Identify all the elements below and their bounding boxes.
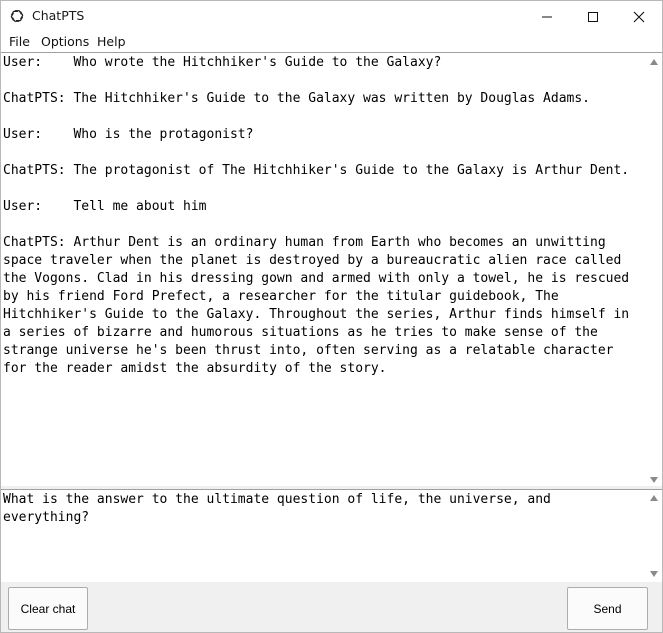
close-icon bbox=[633, 11, 645, 23]
clear-chat-button[interactable]: Clear chat bbox=[8, 587, 88, 630]
input-scrollbar[interactable] bbox=[647, 490, 662, 582]
app-window: ChatPTS File Options Help User: Who wrot… bbox=[0, 0, 663, 633]
title-bar[interactable]: ChatPTS bbox=[1, 1, 662, 32]
openai-logo-icon bbox=[8, 7, 26, 25]
window-title: ChatPTS bbox=[32, 8, 85, 23]
maximize-button[interactable] bbox=[570, 1, 616, 32]
scroll-down-icon[interactable] bbox=[650, 477, 658, 483]
menu-help[interactable]: Help bbox=[97, 34, 126, 49]
minimize-button[interactable] bbox=[524, 1, 570, 32]
chat-scrollbar[interactable] bbox=[647, 53, 662, 487]
chat-transcript[interactable]: User: Who wrote the Hitchhiker's Guide t… bbox=[1, 52, 662, 487]
send-button[interactable]: Send bbox=[567, 587, 648, 630]
minimize-icon bbox=[541, 11, 553, 23]
chat-transcript-text: User: Who wrote the Hitchhiker's Guide t… bbox=[3, 55, 630, 376]
menu-bar: File Options Help bbox=[1, 32, 662, 52]
maximize-icon bbox=[587, 11, 599, 23]
message-input-text: What is the answer to the ultimate quest… bbox=[3, 492, 551, 525]
scroll-up-icon[interactable] bbox=[650, 495, 658, 501]
scroll-up-icon[interactable] bbox=[650, 59, 658, 65]
message-input[interactable]: What is the answer to the ultimate quest… bbox=[1, 489, 662, 582]
scroll-down-icon[interactable] bbox=[650, 571, 658, 577]
menu-options[interactable]: Options bbox=[41, 34, 89, 49]
menu-file[interactable]: File bbox=[9, 34, 30, 49]
close-button[interactable] bbox=[616, 1, 662, 32]
